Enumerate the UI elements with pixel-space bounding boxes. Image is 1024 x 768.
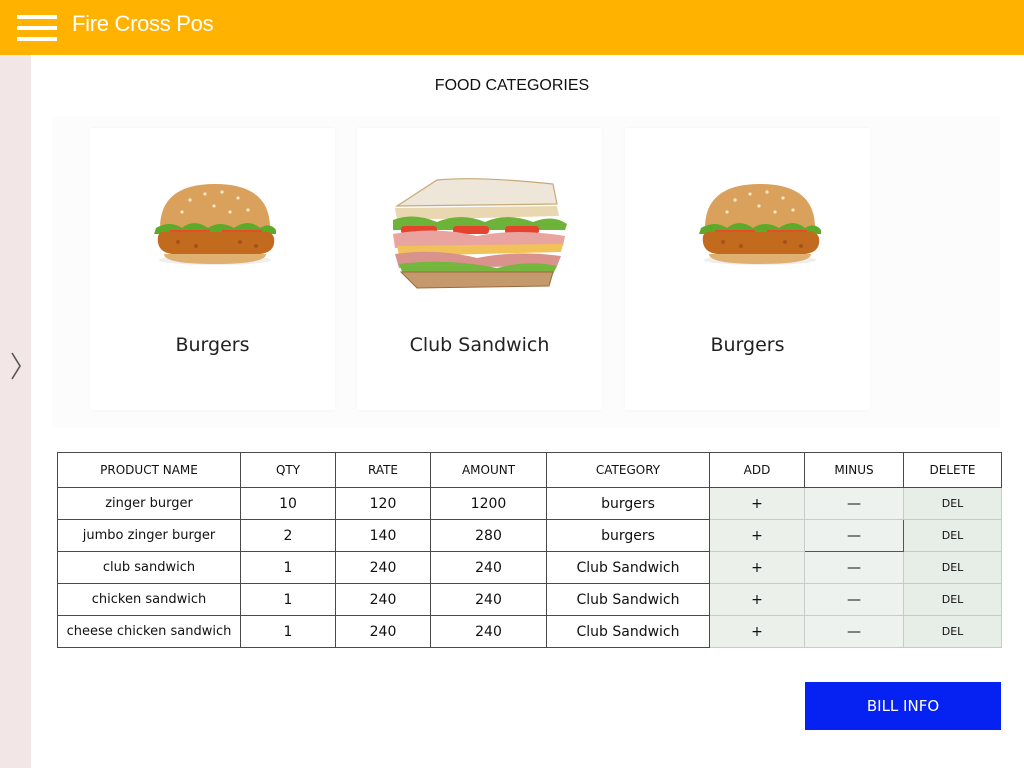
category-cell: Club Sandwich: [546, 583, 710, 616]
table-row: zinger burger 10 120 1200 burgers + — DE…: [57, 487, 1002, 520]
delete-button[interactable]: DEL: [903, 583, 1002, 616]
amount-cell: 1200: [430, 487, 547, 520]
chevron-right-icon[interactable]: [8, 351, 24, 381]
table-row: jumbo zinger burger 2 140 280 burgers + …: [57, 519, 1002, 552]
qty-cell: 10: [240, 487, 336, 520]
add-button[interactable]: +: [709, 487, 805, 520]
app-header: Fire Cross Pos: [0, 0, 1024, 55]
category-cell: Club Sandwich: [546, 615, 710, 648]
product-name-cell: chicken sandwich: [57, 583, 241, 616]
category-cell: Club Sandwich: [546, 551, 710, 584]
column-header: DELETE: [903, 452, 1002, 488]
category-cell: burgers: [546, 487, 710, 520]
product-name-cell: club sandwich: [57, 551, 241, 584]
add-button[interactable]: +: [709, 615, 805, 648]
amount-cell: 240: [430, 551, 547, 584]
qty-cell: 1: [240, 551, 336, 584]
add-button[interactable]: +: [709, 519, 805, 552]
product-name-cell: cheese chicken sandwich: [57, 615, 241, 648]
burger-image: [625, 168, 870, 298]
table-header-row: PRODUCT NAME QTY RATE AMOUNT CATEGORY AD…: [57, 452, 1002, 488]
table-row: club sandwich 1 240 240 Club Sandwich + …: [57, 551, 1002, 584]
product-name-cell: jumbo zinger burger: [57, 519, 241, 552]
add-button[interactable]: +: [709, 551, 805, 584]
delete-button[interactable]: DEL: [903, 519, 1002, 552]
bill-info-button[interactable]: BILL INFO: [805, 682, 1001, 730]
category-cell: burgers: [546, 519, 710, 552]
column-header: RATE: [335, 452, 431, 488]
category-card-burgers[interactable]: Burgers: [625, 128, 870, 410]
delete-button[interactable]: DEL: [903, 615, 1002, 648]
category-card-club-sandwich[interactable]: Club Sandwich: [357, 128, 602, 410]
qty-cell: 1: [240, 583, 336, 616]
minus-button[interactable]: —: [804, 551, 904, 584]
minus-button[interactable]: —: [804, 583, 904, 616]
minus-button[interactable]: —: [804, 615, 904, 648]
rate-cell: 240: [335, 615, 431, 648]
add-button[interactable]: +: [709, 583, 805, 616]
minus-button[interactable]: —: [804, 487, 904, 520]
category-card-burgers[interactable]: Burgers: [90, 128, 335, 410]
amount-cell: 240: [430, 615, 547, 648]
qty-cell: 1: [240, 615, 336, 648]
product-name-cell: zinger burger: [57, 487, 241, 520]
sandwich-image: [357, 168, 602, 298]
minus-button[interactable]: —: [804, 519, 904, 552]
delete-button[interactable]: DEL: [903, 551, 1002, 584]
qty-cell: 2: [240, 519, 336, 552]
sidebar: [0, 55, 31, 768]
amount-cell: 280: [430, 519, 547, 552]
rate-cell: 240: [335, 583, 431, 616]
order-table: PRODUCT NAME QTY RATE AMOUNT CATEGORY AD…: [57, 452, 1002, 648]
rate-cell: 140: [335, 519, 431, 552]
category-label: Burgers: [175, 334, 250, 356]
section-title: FOOD CATEGORIES: [434, 77, 590, 94]
category-label: Burgers: [710, 334, 785, 356]
column-header: QTY: [240, 452, 336, 488]
rate-cell: 240: [335, 551, 431, 584]
table-row: chicken sandwich 1 240 240 Club Sandwich…: [57, 583, 1002, 616]
column-header: AMOUNT: [430, 452, 547, 488]
column-header: PRODUCT NAME: [57, 452, 241, 488]
column-header: CATEGORY: [546, 452, 710, 488]
table-row: cheese chicken sandwich 1 240 240 Club S…: [57, 615, 1002, 648]
app-title: Fire Cross Pos: [72, 11, 214, 36]
column-header: MINUS: [804, 452, 904, 488]
category-label: Club Sandwich: [409, 334, 550, 356]
rate-cell: 120: [335, 487, 431, 520]
column-header: ADD: [709, 452, 805, 488]
hamburger-menu-icon[interactable]: [17, 15, 57, 41]
burger-image: [90, 168, 335, 298]
delete-button[interactable]: DEL: [903, 487, 1002, 520]
amount-cell: 240: [430, 583, 547, 616]
